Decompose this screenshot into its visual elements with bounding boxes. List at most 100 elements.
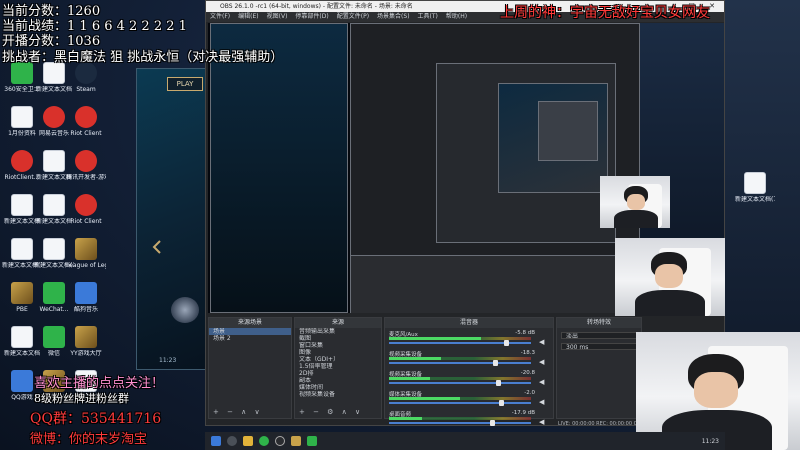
volume-knob[interactable] [499, 400, 504, 406]
desktop-icon-label: Riot Client [70, 218, 102, 225]
start-icon[interactable] [211, 436, 221, 446]
document-icon [11, 238, 33, 260]
desktop-icon[interactable]: League of Legends [66, 238, 106, 269]
desktop-icon-label: 腾讯开发者-游戏 [66, 174, 106, 181]
document-icon [11, 194, 33, 216]
overlay-qq-group: QQ群：535441716 [30, 411, 162, 427]
desktop-icon-label: Steam [76, 86, 96, 93]
document-icon [43, 62, 65, 84]
mixer-channel-db: -20.8 [520, 370, 535, 376]
volume-knob[interactable] [493, 360, 498, 366]
overlay-challenger: 挑战者：黑白魔法 狙 挑战永恒（对决最强辅助） [2, 50, 284, 65]
source-item[interactable]: 视频采集设备 [295, 391, 381, 398]
overlay-fan-group: 8级粉丝牌进粉丝群 [34, 392, 129, 405]
app-icon [75, 106, 97, 128]
source-item[interactable]: 1.5倍率管理 [295, 363, 381, 370]
app-icon [75, 150, 97, 172]
file-explorer-icon[interactable] [243, 436, 253, 446]
volume-level [389, 417, 422, 420]
volume-knob[interactable] [504, 340, 509, 346]
volume-knob[interactable] [490, 420, 495, 426]
client-time: 11:23 [159, 357, 177, 364]
source-item[interactable]: 2D排 [295, 370, 381, 377]
play-button[interactable]: PLAY [167, 77, 203, 91]
transition-duration[interactable]: 300 ms [561, 343, 637, 350]
mixer-header: 混音器 [385, 318, 553, 328]
scene-tools[interactable]: + − ∧ ∨ [213, 408, 263, 416]
mixer-channel-db: -2.0 [524, 390, 535, 396]
mixer-channel: 视频采集设备 -18.3 ◀ [389, 350, 549, 368]
menu-item[interactable]: 帮助(H) [446, 12, 467, 22]
volume-slider[interactable] [389, 382, 531, 384]
document-icon [43, 238, 65, 260]
webcam-medium [615, 238, 725, 316]
source-item[interactable]: 副本 [295, 377, 381, 384]
app-icon [75, 282, 97, 304]
league-taskbar-icon[interactable] [291, 436, 301, 446]
source-item[interactable]: 截图 [295, 335, 381, 342]
speaker-icon[interactable]: ◀ [539, 378, 547, 386]
source-tools[interactable]: + − ⚙ ∧ ∨ [299, 408, 363, 416]
search-icon[interactable] [227, 436, 237, 446]
app-icon [11, 150, 33, 172]
mixer-channel: 媒体采集设备 -2.0 ◀ [389, 390, 549, 408]
document-icon [11, 106, 33, 128]
source-item[interactable]: 窗口采集 [295, 342, 381, 349]
volume-slider[interactable] [389, 362, 531, 364]
volume-level [389, 357, 441, 360]
volume-knob[interactable] [496, 380, 501, 386]
desktop-icon[interactable]: 腾讯开发者-游戏 [66, 150, 106, 181]
volume-slider[interactable] [389, 342, 531, 344]
obs-taskbar-icon[interactable] [275, 436, 285, 446]
volume-slider[interactable] [389, 422, 531, 424]
transition-select[interactable]: 淡出 [561, 332, 637, 339]
taskbar-clock: 11:23 [701, 437, 719, 445]
app-icon [75, 194, 97, 216]
document-icon [744, 172, 766, 194]
source-item[interactable]: 图像 [295, 349, 381, 356]
sources-header: 来源 [295, 318, 381, 328]
source-item[interactable]: 文本（GDI+） [295, 356, 381, 363]
scene-item[interactable]: 场景 2 [209, 335, 291, 342]
desktop-icon[interactable]: Steam [66, 62, 106, 93]
desktop-icon-label: Riot Client [70, 130, 102, 137]
desktop-icon[interactable]: YY游戏大厅 [66, 326, 106, 357]
overlay-follow-notice: 喜欢主播的点点关注！ [34, 376, 165, 391]
speaker-icon[interactable]: ◀ [539, 418, 547, 426]
menu-item[interactable]: 编辑(E) [238, 12, 258, 22]
desktop-icon-label: League of Legends [66, 262, 106, 269]
document-icon [11, 326, 33, 348]
mixer-channel: 视频采集设备 -20.8 ◀ [389, 370, 549, 388]
wechat-taskbar-icon[interactable] [307, 436, 317, 446]
taskbar: 11:23 [205, 432, 725, 450]
app-icon [11, 370, 33, 392]
mixer-channel-db: -18.3 [520, 350, 535, 356]
menu-item[interactable]: 停靠部件(D) [295, 12, 328, 22]
menu-item[interactable]: 视图(V) [267, 12, 288, 22]
desktop-icon[interactable]: Riot Client [66, 194, 106, 225]
mixer-channel-db: -5.8 dB [515, 330, 535, 336]
mixer-channel: 桌面音频 -17.9 dB ◀ [389, 410, 549, 428]
game-icon [75, 238, 97, 260]
desktop-icon[interactable]: Riot Client [66, 106, 106, 137]
desktop-icon[interactable]: 酷狗音乐 [66, 282, 106, 313]
document-icon [43, 150, 65, 172]
volume-level [389, 397, 460, 400]
browser-icon[interactable] [259, 436, 269, 446]
scene-item[interactable]: 场景 [209, 328, 291, 335]
menu-item[interactable]: 配置文件(P) [337, 12, 369, 22]
speaker-icon[interactable]: ◀ [539, 338, 547, 346]
source-item[interactable]: 媒体时间 [295, 384, 381, 391]
source-item[interactable]: 音频输出采集 [295, 328, 381, 335]
obs-window-title: OBS 26.1.0 -rc1 (64-bit, windows) - 配置文件… [220, 3, 413, 10]
menu-item[interactable]: 场景集合(S) [377, 12, 410, 22]
menu-item[interactable]: 工具(T) [418, 12, 438, 22]
desktop-icon-right[interactable]: 新建文本文档(7) [735, 172, 775, 203]
volume-slider[interactable] [389, 402, 531, 404]
menu-item[interactable]: 文件(F) [210, 12, 230, 22]
nested-capture-1 [210, 23, 348, 313]
chevron-left-icon [152, 240, 161, 254]
speaker-icon[interactable]: ◀ [539, 358, 547, 366]
stream-screenshot: 360安全卫士 新建文本文档 Steam 1月份资料 网易云音乐 Riot Client R… [0, 0, 800, 450]
speaker-icon[interactable]: ◀ [539, 398, 547, 406]
